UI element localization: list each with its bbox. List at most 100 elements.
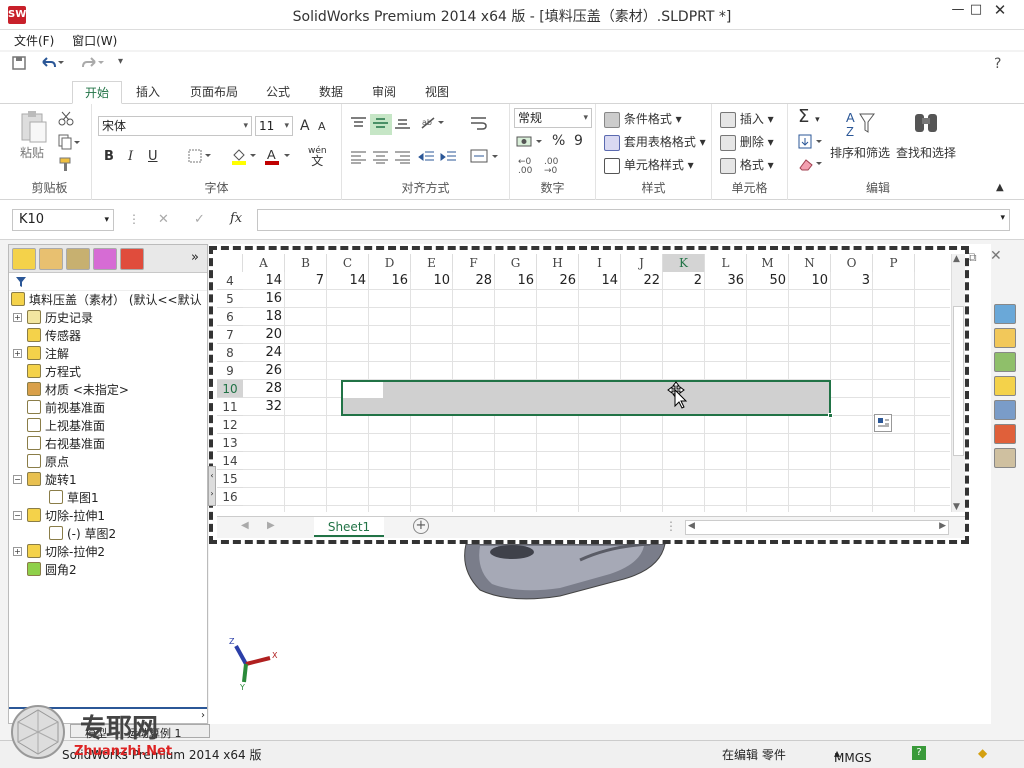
redo-icon[interactable] <box>80 56 104 74</box>
row-header[interactable]: 8 <box>217 344 243 362</box>
expand-icon[interactable]: + <box>13 349 22 358</box>
table-cell[interactable]: 16 <box>369 272 411 290</box>
tree-item[interactable]: 圆角2 <box>27 561 77 579</box>
table-cell[interactable]: 20 <box>243 326 285 344</box>
tab-splitter-icon[interactable]: ⋮ <box>665 519 677 533</box>
column-header[interactable]: P <box>873 254 915 272</box>
phonetic-guide-icon[interactable]: wén 文 <box>308 146 327 168</box>
font-name-select[interactable]: 宋体 ▾ <box>98 116 252 136</box>
file-explorer-icon[interactable] <box>994 376 1016 396</box>
column-header[interactable]: D <box>369 254 411 272</box>
comma-style-button[interactable]: 9 <box>574 133 583 149</box>
column-header[interactable]: B <box>285 254 327 272</box>
align-top-icon[interactable] <box>350 116 368 133</box>
cancel-edit-button[interactable]: ✕ <box>158 212 169 227</box>
row-header[interactable]: 7 <box>217 326 243 344</box>
formula-input[interactable]: ▾ <box>257 209 1010 231</box>
collapse-icon[interactable]: − <box>13 475 22 484</box>
decrease-indent-icon[interactable] <box>418 150 436 167</box>
align-middle-icon[interactable] <box>370 114 392 135</box>
tree-item[interactable]: − 旋转1 <box>13 471 77 489</box>
shrink-font-button[interactable]: A <box>318 120 326 133</box>
design-library-icon[interactable] <box>994 352 1016 372</box>
table-cell[interactable]: 2 <box>663 272 705 290</box>
sheet-tab-sheet1[interactable]: Sheet1 <box>314 517 384 537</box>
tree-item[interactable]: + 注解 <box>13 345 69 363</box>
tree-item[interactable]: 原点 <box>27 453 69 471</box>
collapse-ribbon-icon[interactable]: ▲ <box>996 182 1004 193</box>
tag-icon[interactable]: ◆ <box>978 746 987 760</box>
table-cell[interactable]: 3 <box>831 272 873 290</box>
tab-view[interactable]: 视图 <box>413 81 461 104</box>
column-header[interactable]: L <box>705 254 747 272</box>
status-help-button[interactable]: ? <box>912 746 926 760</box>
scroll-thumb[interactable] <box>953 306 964 456</box>
font-color-icon[interactable]: A <box>264 147 292 168</box>
appearances-icon[interactable] <box>994 424 1016 444</box>
format-painter-icon[interactable] <box>58 156 74 175</box>
tree-item[interactable]: 上视基准面 <box>27 417 105 435</box>
select-all-corner[interactable] <box>217 254 243 272</box>
column-header[interactable]: G <box>495 254 537 272</box>
row-header[interactable]: 14 <box>217 452 243 470</box>
border-icon[interactable] <box>188 149 212 166</box>
table-cell[interactable]: 7 <box>285 272 327 290</box>
next-sheet-icon[interactable]: ▶ <box>267 520 275 531</box>
table-cell[interactable]: 14 <box>327 272 369 290</box>
table-cell[interactable]: 26 <box>537 272 579 290</box>
table-cell[interactable]: 10 <box>411 272 453 290</box>
add-sheet-button[interactable]: + <box>413 518 429 534</box>
row-header[interactable]: 4 <box>217 272 243 290</box>
bold-button[interactable]: B <box>104 149 114 164</box>
sort-filter-icon[interactable]: AZ <box>846 110 876 141</box>
fill-handle[interactable] <box>828 413 833 418</box>
row-header[interactable]: 5 <box>217 290 243 308</box>
collapse-icon[interactable]: − <box>13 511 22 520</box>
scroll-left-icon[interactable]: ◀ <box>688 521 695 531</box>
selected-range[interactable] <box>341 380 833 418</box>
increase-indent-icon[interactable] <box>440 150 458 167</box>
column-header[interactable]: J <box>621 254 663 272</box>
expand-formula-icon[interactable]: ▾ <box>1000 213 1005 223</box>
table-cell[interactable]: 14 <box>579 272 621 290</box>
table-cell[interactable]: 36 <box>705 272 747 290</box>
find-select-button[interactable]: 查找和选择 <box>896 144 956 161</box>
tree-item[interactable]: + 历史记录 <box>13 309 93 327</box>
percent-button[interactable]: % <box>552 133 565 149</box>
tab-page-layout[interactable]: 页面布局 <box>178 81 250 104</box>
tab-insert[interactable]: 插入 <box>124 81 172 104</box>
tree-item[interactable]: (-) 草图2 <box>49 525 116 543</box>
row-header[interactable]: 13 <box>217 434 243 452</box>
spreadsheet-grid[interactable]: A B C D E F G H I J K L M N O P 4 14 7 14 16 10 28 16 26 14 22 2 36 5… <box>217 254 950 512</box>
menu-window[interactable]: 窗口(W) <box>65 30 124 51</box>
tab-formulas[interactable]: 公式 <box>254 81 302 104</box>
part-model[interactable] <box>460 540 670 604</box>
row-header[interactable]: 12 <box>217 416 243 434</box>
align-left-icon[interactable] <box>350 150 368 167</box>
active-cell[interactable] <box>343 382 383 398</box>
fill-color-icon[interactable] <box>230 147 258 168</box>
row-header[interactable]: 11 <box>217 398 243 416</box>
save-icon[interactable] <box>12 56 26 74</box>
autosum-icon[interactable]: Σ ▾ <box>798 106 820 127</box>
wrap-text-icon[interactable] <box>470 116 488 135</box>
italic-button[interactable]: I <box>128 149 133 164</box>
align-right-icon[interactable] <box>394 150 412 167</box>
home-icon[interactable] <box>994 328 1016 348</box>
grow-font-button[interactable]: A <box>300 118 310 134</box>
help-icon[interactable]: ? <box>994 56 1001 72</box>
panel-collapse-handle[interactable]: ‹ › <box>208 466 216 506</box>
table-cell[interactable]: 28 <box>243 380 285 398</box>
tree-item[interactable]: − 切除-拉伸1 <box>13 507 105 525</box>
expand-tabs-icon[interactable]: » <box>191 250 199 265</box>
table-cell[interactable]: 14 <box>243 272 285 290</box>
table-cell[interactable]: 16 <box>495 272 537 290</box>
paste-button[interactable] <box>18 110 48 147</box>
column-header[interactable]: F <box>453 254 495 272</box>
prev-sheet-icon[interactable]: ◀ <box>241 520 249 531</box>
units-selector[interactable]: MMGS ▴ <box>834 746 872 765</box>
binoculars-icon[interactable] <box>912 110 940 139</box>
quick-analysis-icon[interactable] <box>874 414 892 432</box>
table-cell[interactable]: 28 <box>453 272 495 290</box>
column-header[interactable]: H <box>537 254 579 272</box>
